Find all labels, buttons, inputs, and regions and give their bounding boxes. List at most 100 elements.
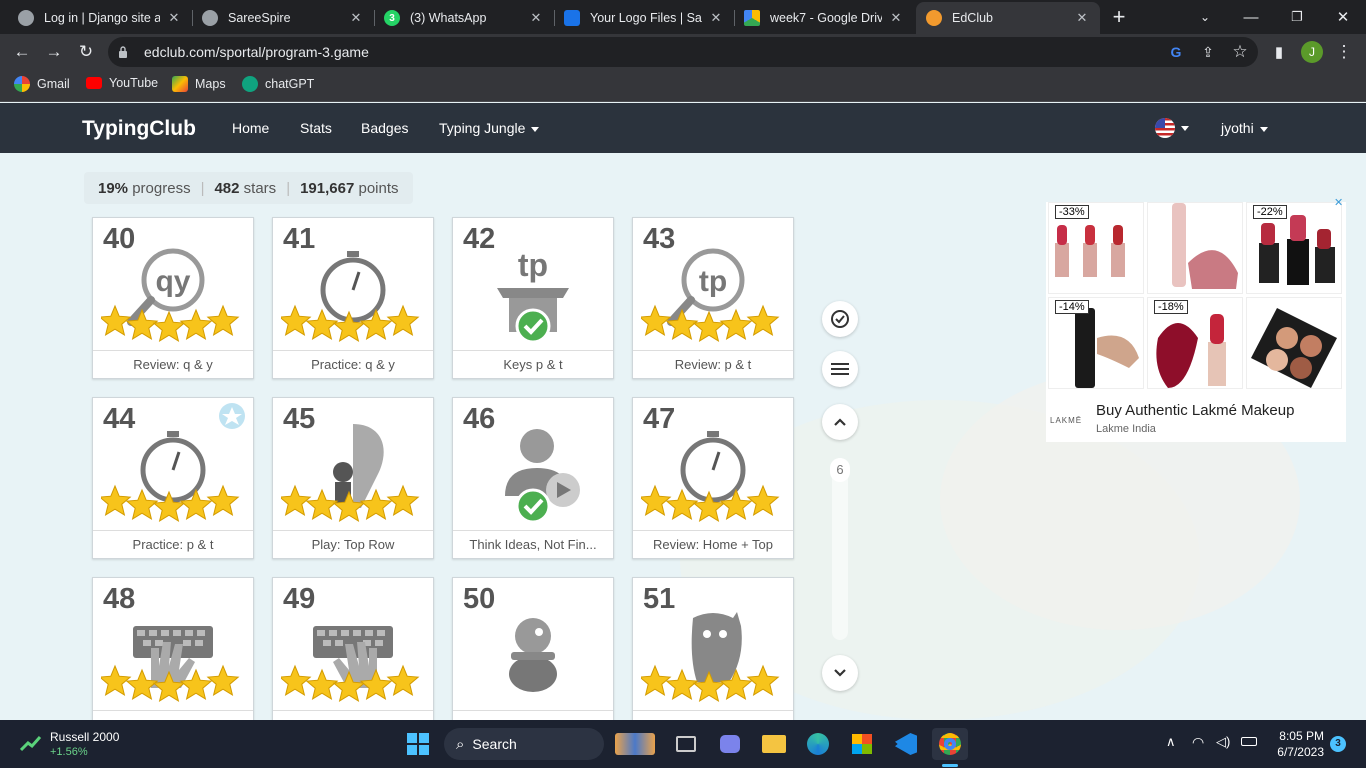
hidden-icons-chevron-icon[interactable]: ∧: [1166, 734, 1176, 750]
lesson-card-41[interactable]: 41 Practice: q & y: [272, 217, 434, 379]
tab-django-admin[interactable]: Log in | Django site admin ✕: [8, 2, 192, 34]
ad-product-red-lipstick[interactable]: -18%: [1147, 297, 1243, 389]
ad-close-icon[interactable]: ✕: [1334, 196, 1343, 209]
close-tab-icon[interactable]: ✕: [888, 10, 904, 26]
teams-chat-icon[interactable]: [714, 728, 746, 760]
list-view-button[interactable]: [822, 351, 858, 387]
five-star-rating: [281, 304, 420, 342]
start-button[interactable]: [402, 728, 434, 760]
chrome-menu-icon[interactable]: ⋮: [1330, 38, 1358, 66]
search-highlight-image[interactable]: [610, 728, 660, 760]
language-selector[interactable]: [1155, 118, 1189, 138]
completed-filter-button[interactable]: [822, 301, 858, 337]
star-icon: [305, 488, 339, 520]
star-icon: [386, 664, 420, 696]
scroll-track[interactable]: [832, 458, 848, 640]
google-drive-icon: [744, 10, 760, 26]
scroll-down-button[interactable]: [822, 655, 858, 691]
vscode-icon[interactable]: [890, 728, 922, 760]
globe-icon: [202, 10, 218, 26]
star-icon: [179, 488, 213, 520]
star-icon: [359, 668, 393, 700]
lesson-card-51[interactable]: 51: [632, 577, 794, 739]
advertisement[interactable]: -33% -22% -14% -18% LAKMĒ Buy Authentic …: [1046, 197, 1346, 442]
microsoft-store-icon[interactable]: [846, 728, 878, 760]
star-icon: [305, 668, 339, 700]
progress-stats: 19% progress | 482 stars | 191,667 point…: [84, 172, 413, 204]
tab-logo-files[interactable]: Your Logo Files | Saree ✕: [554, 2, 734, 34]
lock-icon[interactable]: [118, 46, 128, 58]
minimize-button[interactable]: —: [1228, 0, 1274, 34]
lesson-card-45[interactable]: 45 Play: Top Row: [272, 397, 434, 559]
ad-product-palette[interactable]: [1246, 297, 1342, 389]
lesson-card-48[interactable]: 48: [92, 577, 254, 739]
task-view-button[interactable]: [670, 728, 702, 760]
clock-time[interactable]: 8:05 PM: [1276, 729, 1324, 743]
bookmark-maps[interactable]: Maps: [172, 76, 226, 92]
profile-avatar[interactable]: J: [1298, 38, 1326, 66]
google-icon: [14, 76, 30, 92]
edge-browser-icon[interactable]: [802, 728, 834, 760]
chrome-taskbar-icon[interactable]: [932, 728, 968, 760]
wifi-icon[interactable]: ◠: [1192, 734, 1204, 751]
scroll-position-indicator[interactable]: 6: [830, 458, 850, 482]
stock-widget-name[interactable]: Russell 2000: [50, 730, 119, 744]
close-tab-icon[interactable]: ✕: [528, 10, 544, 26]
close-window-button[interactable]: ✕: [1320, 0, 1366, 34]
lesson-card-49[interactable]: 49: [272, 577, 434, 739]
nav-stats[interactable]: Stats: [300, 120, 332, 136]
forward-button[interactable]: →: [40, 38, 68, 66]
tab-google-drive[interactable]: week7 - Google Drive ✕: [734, 2, 914, 34]
address-bar[interactable]: edclub.com/sportal/program-3.game: [108, 37, 1258, 67]
ad-title[interactable]: Buy Authentic Lakmé Makeup: [1096, 402, 1294, 419]
lesson-card-44[interactable]: 44 Practice: p & t: [92, 397, 254, 559]
nav-typing-jungle[interactable]: Typing Jungle: [439, 120, 540, 136]
battery-icon[interactable]: [1241, 737, 1257, 746]
ad-advertiser: Lakme India: [1096, 423, 1156, 435]
lesson-card-50[interactable]: 50: [452, 577, 614, 739]
close-tab-icon[interactable]: ✕: [166, 10, 182, 26]
tab-sareespire[interactable]: SareeSpire ✕: [192, 2, 374, 34]
tab-whatsapp[interactable]: 3 (3) WhatsApp ✕: [374, 2, 554, 34]
lip-gloss-image-icon: [1172, 203, 1238, 289]
ad-product-gloss[interactable]: [1147, 202, 1243, 294]
close-tab-icon[interactable]: ✕: [348, 10, 364, 26]
lesson-card-43[interactable]: 43 tp Review: p & t: [632, 217, 794, 379]
star-icon: [281, 304, 312, 336]
restore-button[interactable]: ❐: [1274, 0, 1320, 34]
new-tab-button[interactable]: +: [1096, 0, 1142, 34]
clock-date[interactable]: 6/7/2023: [1264, 745, 1324, 759]
tab-search-button[interactable]: ⌄: [1182, 0, 1228, 34]
lesson-card-46[interactable]: 46 Think Ideas, Not Fin...: [452, 397, 614, 559]
share-icon[interactable]: ⇪: [1194, 38, 1222, 66]
close-tab-icon[interactable]: ✕: [708, 10, 724, 26]
star-icon: [386, 484, 420, 516]
lesson-card-47[interactable]: 47 Review: Home + Top: [632, 397, 794, 559]
volume-icon[interactable]: ◁): [1216, 734, 1230, 750]
lesson-card-40[interactable]: 40 qy Review: q & y: [92, 217, 254, 379]
nav-home[interactable]: Home: [232, 120, 269, 136]
star-icon: [746, 484, 780, 516]
tab-edclub[interactable]: EdClub ✕: [916, 2, 1100, 34]
notification-badge[interactable]: 3: [1330, 736, 1346, 752]
lesson-card-42[interactable]: 42 tp Keys p & t: [452, 217, 614, 379]
bookmark-star-icon[interactable]: ☆: [1226, 38, 1254, 66]
ad-product-lipsticks[interactable]: -33%: [1048, 202, 1144, 294]
reload-button[interactable]: ↻: [72, 38, 100, 66]
bookmark-youtube[interactable]: YouTube: [86, 76, 158, 90]
google-lens-icon[interactable]: G: [1162, 38, 1190, 66]
nav-badges[interactable]: Badges: [361, 120, 408, 136]
ad-product-black-lipsticks[interactable]: -22%: [1246, 202, 1342, 294]
back-button[interactable]: ←: [8, 38, 36, 66]
typingclub-logo[interactable]: TypingClub: [82, 117, 196, 141]
side-panel-icon[interactable]: ▮: [1265, 38, 1293, 66]
file-explorer-icon[interactable]: [758, 728, 790, 760]
close-tab-icon[interactable]: ✕: [1074, 10, 1090, 26]
user-menu[interactable]: jyothi: [1221, 120, 1268, 136]
taskbar-search[interactable]: ⌕ Search: [444, 728, 604, 760]
bookmark-chatgpt[interactable]: chatGPT: [242, 76, 314, 92]
five-star-rating: [641, 304, 780, 342]
ad-product-foundation[interactable]: -14%: [1048, 297, 1144, 389]
scroll-up-button[interactable]: [822, 404, 858, 440]
bookmark-gmail[interactable]: Gmail: [14, 76, 70, 92]
